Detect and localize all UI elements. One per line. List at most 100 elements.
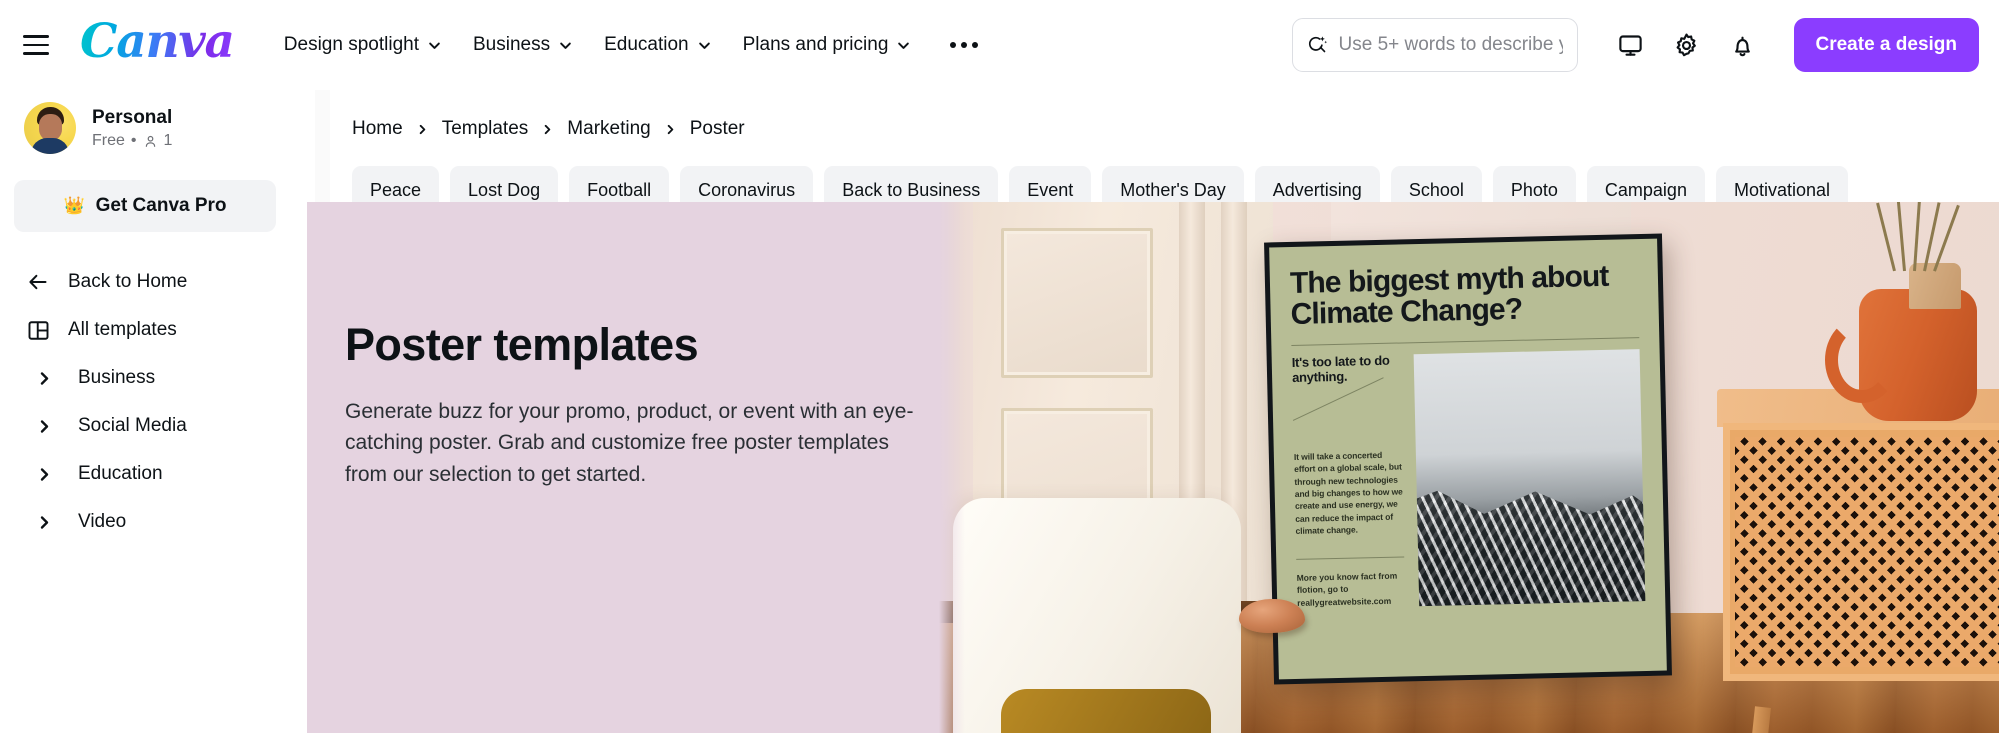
page-description: Generate buzz for your promo, product, o…	[345, 399, 914, 487]
nav-item-design-spotlight[interactable]: Design spotlight	[270, 24, 455, 66]
sidebar-item-label: Social Media	[78, 415, 187, 436]
chevron-down-icon	[560, 42, 571, 49]
hamburger-menu-icon[interactable]	[10, 19, 62, 71]
breadcrumb-item-templates[interactable]: Templates	[442, 118, 529, 140]
poster-footer-text: More you know fact from flotion, go to r…	[1296, 556, 1406, 610]
avatar-body	[31, 138, 69, 154]
cabinet-door	[1723, 423, 1999, 681]
page-title: Poster templates	[345, 319, 699, 370]
ellipsis-dot	[961, 42, 968, 48]
get-canva-pro-button[interactable]: 👑 Get Canva Pro	[14, 180, 276, 232]
chevron-right-icon	[419, 124, 425, 134]
nav-label: Education	[604, 34, 689, 55]
sidebar-item-video[interactable]: Video	[14, 498, 276, 546]
hamburger-bar	[23, 43, 49, 47]
top-navigation-bar: Canva Design spotlight Business Educatio…	[0, 0, 1999, 90]
stem	[1896, 202, 1906, 272]
sidebar: Personal Free • 1 👑 Get Canva Pro Back t…	[0, 90, 290, 733]
framed-poster: The biggest myth about Climate Change? I…	[1264, 233, 1672, 685]
account-switcher[interactable]: Personal Free • 1	[14, 90, 276, 168]
photo-armchair	[953, 498, 1241, 733]
chevron-down-icon	[698, 42, 710, 49]
sidebar-item-business[interactable]: Business	[14, 354, 276, 402]
poster-subtitle: It's too late to do anything.	[1291, 352, 1390, 386]
nav-label: Plans and pricing	[742, 34, 889, 55]
account-separator: •	[130, 132, 137, 150]
photo-cushion	[1001, 689, 1211, 733]
search-input[interactable]	[1338, 34, 1563, 56]
person-icon	[145, 135, 155, 147]
sidebar-item-label: Video	[78, 511, 127, 532]
ellipsis-dot	[950, 42, 957, 48]
main-content: Home Templates Marketing Poster Peace Lo…	[290, 90, 1999, 733]
photo-cabinet	[1717, 389, 1999, 733]
breadcrumb-item-marketing[interactable]: Marketing	[567, 118, 650, 140]
poster-artwork: The biggest myth about Climate Change? I…	[1269, 238, 1667, 680]
poster-body-text: It will take a concerted effort on a glo…	[1293, 449, 1403, 536]
sidebar-item-back-to-home[interactable]: Back to Home	[14, 258, 276, 306]
sidebar-item-label: All templates	[68, 319, 177, 340]
stem	[1913, 202, 1921, 272]
cabinet-leg	[1751, 706, 1771, 733]
breadcrumb-item-poster: Poster	[689, 118, 745, 139]
chevron-down-icon	[898, 42, 910, 49]
search-box[interactable]	[1291, 18, 1578, 72]
nav-item-business[interactable]: Business	[459, 24, 586, 66]
avatar-face	[39, 114, 62, 141]
account-text: Personal Free • 1	[92, 106, 172, 151]
get-canva-pro-label: Get Canva Pro	[95, 195, 227, 216]
photo-decorative-stone	[1239, 599, 1305, 633]
breadcrumb: Home Templates Marketing Poster	[290, 90, 1999, 140]
photo-dried-stems	[1875, 202, 1960, 272]
layout-grid-icon	[26, 318, 50, 342]
sidebar-item-all-templates[interactable]: All templates	[14, 306, 276, 354]
more-menu-ellipsis-icon[interactable]	[934, 28, 994, 62]
poster-left-column: It's too late to do anything. It will ta…	[1291, 352, 1406, 610]
sidebar-item-education[interactable]: Education	[14, 450, 276, 498]
sidebar-item-label: Education	[78, 463, 163, 484]
poster-columns: It's too late to do anything. It will ta…	[1291, 347, 1646, 610]
gear-icon[interactable]	[1662, 20, 1712, 70]
account-meta: Free • 1	[92, 132, 172, 150]
poster-title: The biggest myth about Climate Change?	[1289, 259, 1609, 331]
hero-photo: The biggest myth about Climate Change? I…	[939, 202, 1999, 733]
sidebar-item-label: Business	[78, 367, 156, 388]
bell-icon[interactable]	[1718, 20, 1768, 70]
door-panel	[1001, 228, 1153, 378]
chevron-down-icon	[429, 42, 440, 49]
account-name: Personal	[92, 106, 173, 128]
breadcrumb-item-home[interactable]: Home	[352, 118, 403, 140]
account-plan: Free	[92, 132, 125, 150]
poster-divider	[1291, 336, 1640, 346]
sidebar-nav-list: Back to Home All templates Business Soci…	[14, 258, 276, 546]
cabinet-lattice	[1735, 437, 1999, 667]
hero-banner: Poster templates Generate buzz for your …	[307, 202, 1999, 733]
chevron-right-icon	[667, 124, 673, 134]
display-icon[interactable]	[1606, 20, 1656, 70]
hero-text-block: Poster templates Generate buzz for your …	[307, 202, 927, 491]
canva-logo[interactable]: Canva	[80, 18, 235, 73]
arrow-left-icon	[26, 270, 50, 294]
sidebar-item-label: Back to Home	[68, 271, 188, 292]
avatar	[24, 102, 76, 154]
hamburger-bar	[23, 35, 49, 38]
chevron-right-icon	[32, 510, 56, 534]
ellipsis-dot	[972, 42, 979, 48]
nav-item-plans-and-pricing[interactable]: Plans and pricing	[729, 24, 925, 66]
chevron-right-icon	[32, 366, 56, 390]
create-a-design-button[interactable]: Create a design	[1793, 18, 1979, 72]
chevron-right-icon	[32, 462, 56, 486]
primary-nav: Design spotlight Business Education Plan…	[270, 24, 995, 66]
magic-search-icon	[1308, 36, 1327, 53]
stem	[1876, 202, 1896, 272]
nav-label: Business	[473, 34, 551, 55]
sidebar-item-social-media[interactable]: Social Media	[14, 402, 276, 450]
nav-label: Design spotlight	[283, 34, 419, 55]
top-nav-right-group: Create a design	[1291, 18, 1979, 72]
nav-item-education[interactable]: Education	[590, 24, 725, 66]
chevron-right-icon	[545, 124, 551, 134]
photo-left-fade	[939, 202, 965, 733]
crown-icon: 👑	[63, 196, 85, 215]
hamburger-bar	[23, 52, 49, 55]
chevron-right-icon	[32, 414, 56, 438]
